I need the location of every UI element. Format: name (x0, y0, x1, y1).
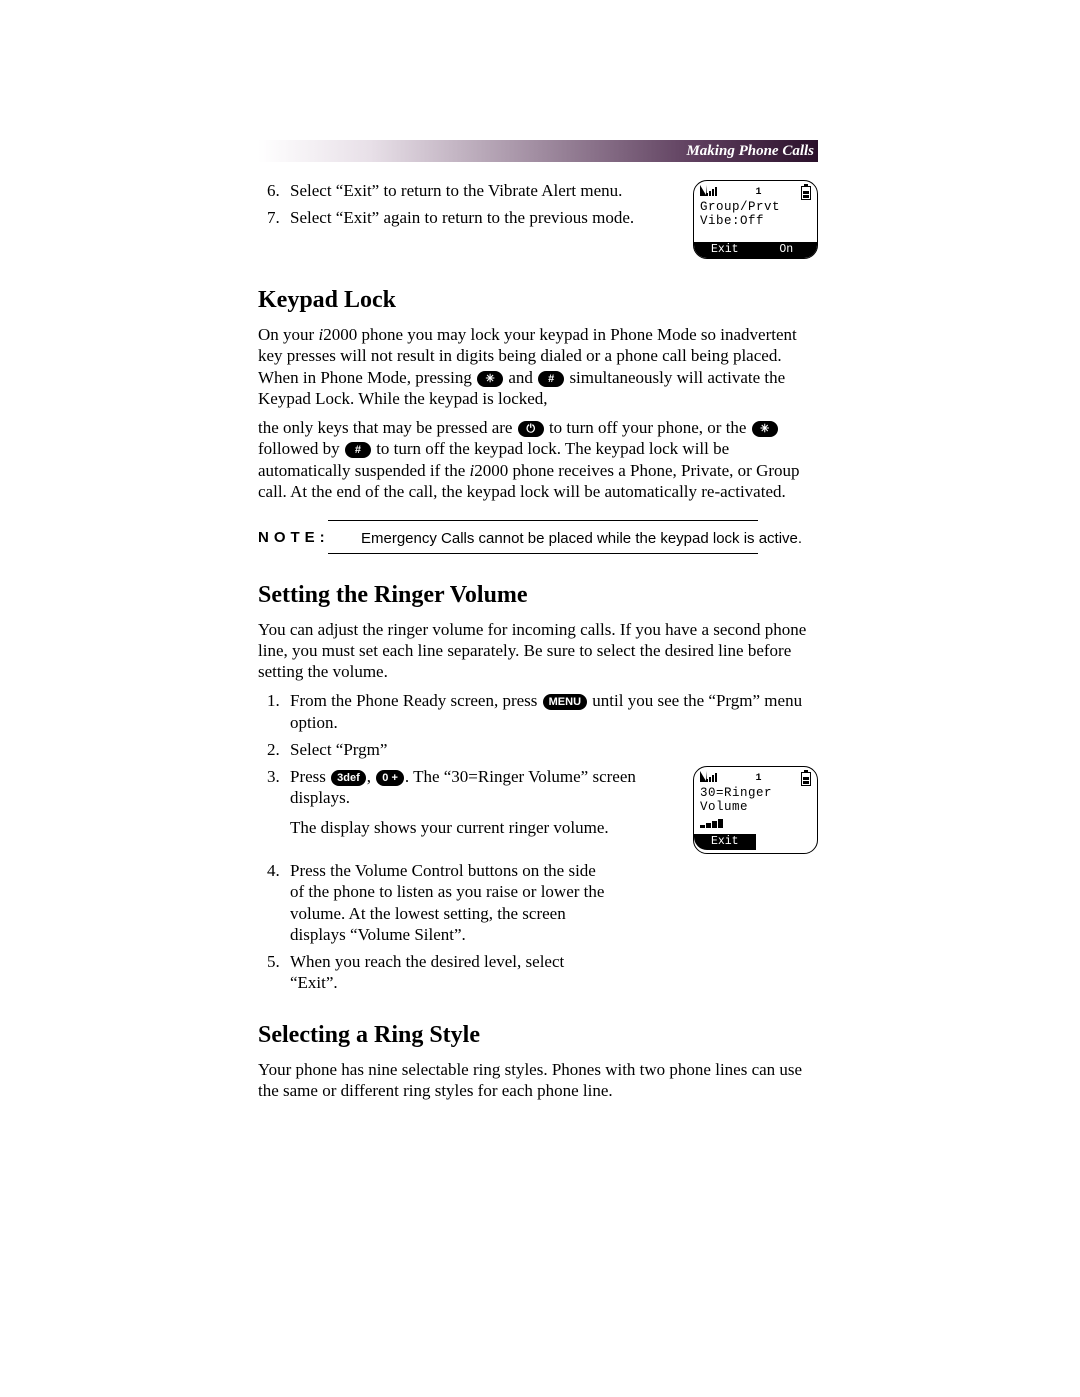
softkey-on: On (756, 242, 818, 258)
note-rule-top (328, 520, 758, 521)
menu-key-icon: MENU (543, 694, 587, 710)
ringer-step-3-tail: The display shows your current ringer vo… (290, 817, 677, 838)
softkey-exit: Exit (694, 242, 756, 258)
line-indicator: 1 (755, 773, 761, 786)
ringer-steps-list: From the Phone Ready screen, press MENU … (258, 690, 818, 993)
step-7: Select “Exit” again to return to the pre… (284, 207, 677, 228)
ringer-step-3: Press 3def, 0 +. The “30=Ringer Volume” … (284, 766, 818, 854)
note-rule-bottom (328, 553, 758, 554)
lcd-softkeys: Exit (694, 834, 817, 850)
key-3-icon: 3def (331, 770, 366, 786)
vibrate-exit-steps-block: Select “Exit” to return to the Vibrate A… (258, 180, 818, 259)
manual-page: Making Phone Calls Select “Exit” to retu… (258, 140, 818, 1109)
battery-icon (801, 186, 811, 200)
note-block: NOTE: Emergency Calls cannot be placed w… (258, 520, 818, 554)
heading-keypad-lock: Keypad Lock (258, 287, 818, 314)
softkey-blank (756, 834, 818, 850)
ringer-step-1: From the Phone Ready screen, press MENU … (284, 690, 818, 733)
key-0-icon: 0 + (376, 770, 404, 786)
lcd-line-1: 30=Ringer (700, 786, 811, 800)
battery-icon (801, 772, 811, 786)
vibrate-steps-list: Select “Exit” to return to the Vibrate A… (258, 180, 677, 229)
hash-key-icon: # (345, 442, 371, 458)
lcd-ringer-screen: 1 30=Ringer Volume Exit (693, 766, 818, 854)
keypad-lock-p1: On your i2000 phone you may lock your ke… (258, 324, 818, 409)
lcd-line-1: Group/Prvt (700, 200, 811, 214)
hash-key-icon: # (538, 371, 564, 387)
ringer-step-4: Press the Volume Control buttons on the … (284, 860, 610, 945)
note-label: NOTE: (258, 529, 343, 546)
ringer-intro: You can adjust the ringer volume for inc… (258, 619, 818, 683)
lcd-line-2: Vibe:Off (700, 214, 811, 228)
power-key-icon: ⏻ (518, 421, 544, 437)
ringer-step-2: Select “Prgm” (284, 739, 818, 760)
header-section-title: Making Phone Calls (686, 143, 814, 160)
lcd-vibrate-screen: 1 Group/Prvt Vibe:Off Exit On (693, 180, 818, 259)
star-key-icon: ✳ (752, 421, 778, 437)
volume-bars-icon (700, 816, 811, 828)
note-text: Emergency Calls cannot be placed while t… (361, 529, 818, 549)
line-indicator: 1 (755, 187, 761, 200)
heading-ring-style: Selecting a Ring Style (258, 1022, 818, 1049)
lcd-line-2: Volume (700, 800, 811, 814)
ringer-step-5: When you reach the desired level, select… (284, 951, 610, 994)
star-key-icon: ✳ (477, 371, 503, 387)
header-bar: Making Phone Calls (258, 140, 818, 162)
heading-ringer-volume: Setting the Ringer Volume (258, 582, 818, 609)
softkey-exit: Exit (694, 834, 756, 850)
step-6: Select “Exit” to return to the Vibrate A… (284, 180, 677, 201)
keypad-lock-p2: the only keys that may be pressed are ⏻ … (258, 417, 818, 502)
ringstyle-intro: Your phone has nine selectable ring styl… (258, 1059, 818, 1102)
lcd-softkeys: Exit On (694, 242, 817, 258)
